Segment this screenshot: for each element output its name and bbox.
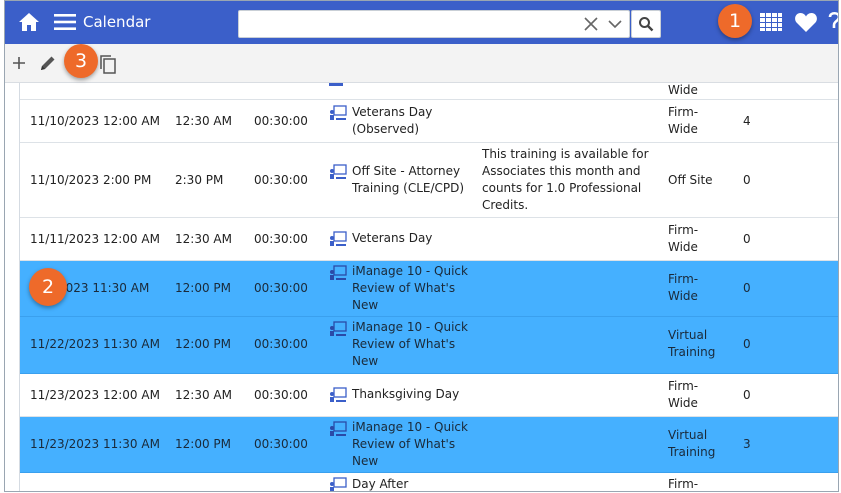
location-cell: Firm-Wide	[668, 272, 699, 303]
location-cell: Firm-Wide	[668, 379, 699, 410]
subject-cell: Off Site - Attorney Training (CLE/CPD)	[352, 164, 465, 195]
training-event-icon	[330, 387, 347, 402]
search-button[interactable]	[631, 10, 661, 38]
count-cell: 4	[743, 114, 751, 128]
location-cell: Firm-	[668, 477, 699, 491]
training-event-icon	[330, 477, 347, 491]
table-row[interactable]: Day After Firm-	[20, 473, 838, 491]
count-cell: 3	[743, 437, 751, 451]
start-date-cell: 11/10/2023 12:00 AM	[30, 114, 160, 128]
start-date-cell: 2023 11:30 AM	[58, 281, 150, 295]
callout-badge-3: 3	[64, 44, 98, 78]
end-time-cell: 12:00 PM	[175, 337, 231, 351]
start-date-cell: 11/10/2023 2:00 PM	[30, 173, 152, 187]
app-window: Calendar Wide 11/10/2023 12:00 AM 12:30 …	[4, 0, 839, 492]
end-time-cell: 12:00 PM	[175, 281, 231, 295]
start-date-cell: 11/23/2023 11:30 AM	[30, 437, 160, 451]
top-bar: Calendar	[5, 1, 838, 44]
end-time-cell: 12:30 AM	[175, 232, 232, 246]
end-time-cell: 12:00 PM	[175, 437, 231, 451]
location-cell: Virtual Training	[668, 328, 716, 359]
subject-cell: iManage 10 - Quick Review of What's New	[352, 320, 468, 368]
add-icon[interactable]	[11, 55, 27, 71]
search-input[interactable]	[243, 14, 577, 34]
event-type-icon	[329, 83, 343, 86]
training-event-icon	[330, 231, 347, 246]
events-table: Wide 11/10/2023 12:00 AM 12:30 AM 00:30:…	[19, 83, 838, 491]
training-event-icon	[330, 265, 347, 280]
toolbar	[5, 44, 838, 83]
end-time-cell: 12:30 AM	[175, 388, 232, 402]
location-cell: Off Site	[668, 173, 713, 187]
table-row[interactable]: Wide	[20, 83, 838, 100]
subject-cell: iManage 10 - Quick Review of What's New	[352, 264, 468, 312]
count-cell: 0	[743, 173, 751, 187]
table-row[interactable]: 11/11/2023 12:00 AM 12:30 AM 00:30:00 Ve…	[20, 218, 838, 261]
table-row[interactable]: 11/10/2023 2:00 PM 2:30 PM 00:30:00 Off …	[20, 143, 838, 218]
app-title: Calendar	[83, 13, 151, 31]
duration-cell: 00:30:00	[254, 388, 308, 402]
count-cell: 0	[743, 388, 751, 402]
callout-badge-1: 1	[718, 4, 752, 38]
location-cell: Firm-Wide	[668, 105, 699, 136]
location-cell: Firm-Wide	[668, 223, 699, 254]
home-icon[interactable]	[17, 10, 41, 34]
duration-cell: 00:30:00	[254, 437, 308, 451]
duration-cell: 00:30:00	[254, 337, 308, 351]
count-cell: 0	[743, 232, 751, 246]
location-cell: Virtual Training	[668, 428, 716, 459]
training-event-icon	[330, 421, 347, 436]
start-date-cell: 11/11/2023 12:00 AM	[30, 232, 160, 246]
duration-cell: 00:30:00	[254, 114, 308, 128]
location-cell: Wide	[668, 83, 698, 97]
table-row[interactable]: 11/10/2023 12:00 AM 12:30 AM 00:30:00 Ve…	[20, 100, 838, 143]
hamburger-menu-icon[interactable]	[54, 12, 76, 32]
subject-cell: Veterans Day	[352, 231, 433, 245]
count-cell: 0	[743, 337, 751, 351]
copy-icon[interactable]	[99, 54, 117, 74]
chevron-down-icon[interactable]	[608, 18, 622, 30]
subject-cell: Day After	[352, 477, 409, 491]
subject-cell: Veterans Day (Observed)	[352, 105, 433, 136]
search-box	[238, 10, 630, 38]
table-row-selected[interactable]: 11/23/2023 11:30 AM 12:00 PM 00:30:00 iM…	[20, 417, 838, 473]
grid-view-icon[interactable]	[760, 12, 782, 32]
end-time-cell: 12:30 AM	[175, 114, 232, 128]
table-row[interactable]: 11/23/2023 12:00 AM 12:30 AM 00:30:00 Th…	[20, 374, 838, 417]
callout-badge-2: 2	[29, 268, 67, 306]
subject-cell: Thanksgiving Day	[352, 387, 460, 401]
training-event-icon	[330, 105, 347, 120]
edit-pencil-icon[interactable]	[39, 54, 57, 72]
duration-cell: 00:30:00	[254, 232, 308, 246]
clear-icon[interactable]	[584, 17, 598, 31]
end-time-cell: 2:30 PM	[175, 173, 224, 187]
subject-cell: iManage 10 - Quick Review of What's New	[352, 420, 468, 468]
training-event-icon	[330, 164, 347, 179]
duration-cell: 00:30:00	[254, 281, 308, 295]
partial-icon[interactable]	[827, 9, 839, 35]
heart-icon[interactable]	[794, 11, 818, 33]
search-icon	[639, 17, 654, 32]
start-date-cell: 11/22/2023 11:30 AM	[30, 337, 160, 351]
table-row-selected[interactable]: 11/22/2023 11:30 AM 12:00 PM 00:30:00 iM…	[20, 317, 838, 374]
training-event-icon	[330, 321, 347, 336]
count-cell: 0	[743, 281, 751, 295]
duration-cell: 00:30:00	[254, 173, 308, 187]
description-cell: This training is available for Associate…	[482, 147, 649, 212]
table-row-selected[interactable]: 2023 11:30 AM 12:00 PM 00:30:00 iManage …	[20, 261, 838, 317]
start-date-cell: 11/23/2023 12:00 AM	[30, 388, 160, 402]
